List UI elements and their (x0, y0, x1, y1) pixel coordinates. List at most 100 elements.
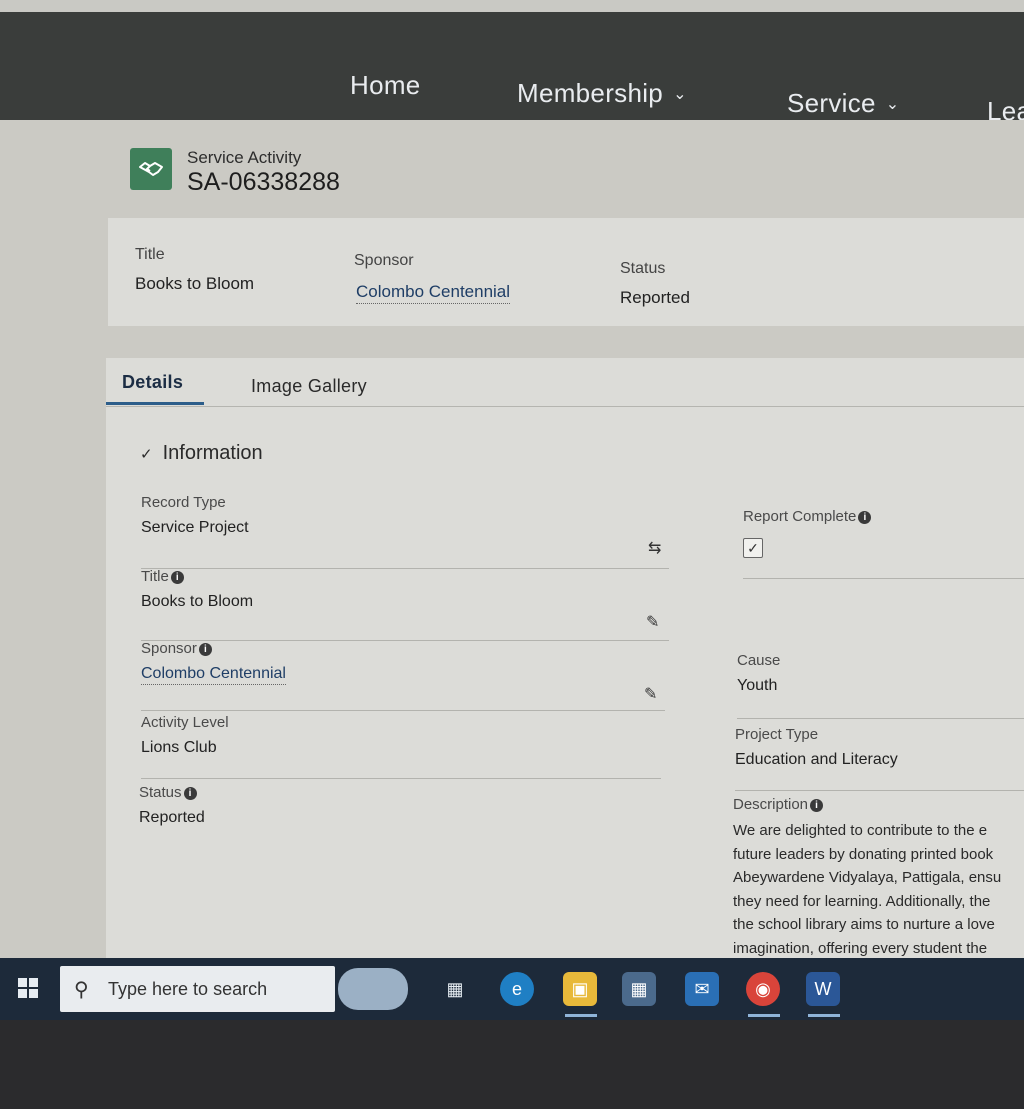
tab-details-label: Details (122, 372, 184, 392)
field-status: Status i Reported (139, 784, 205, 827)
info-icon[interactable]: i (810, 798, 824, 812)
field-record-type: Record Type Service Project (141, 494, 249, 537)
field-project-type: Project Type Education and Literacy (735, 726, 898, 769)
highlight-sponsor-value: Colombo Centennial (356, 282, 511, 304)
task-view-icon[interactable]: ▦ (438, 972, 472, 1006)
info-icon[interactable]: i (170, 570, 184, 584)
edge-browser-icon[interactable]: e (500, 972, 534, 1006)
section-title: Information (162, 442, 263, 464)
chevron-down-icon: ⌄ (885, 96, 900, 113)
windows-taskbar: ⚲ Type here to search ▦ e ▣ ▦ ✉ ◉ W (0, 958, 1024, 1020)
news-weather-icon[interactable] (338, 968, 408, 1010)
field-value: Colombo Centennial (141, 665, 286, 685)
tab-details[interactable]: Details (122, 372, 183, 393)
field-value: Youth (737, 677, 778, 694)
field-cause: Cause Youth (737, 652, 780, 695)
field-label: Cause (737, 652, 781, 669)
chevron-down-icon: ⌄ (673, 86, 687, 103)
info-icon[interactable]: i (198, 642, 212, 656)
field-report-complete: Report Complete i (743, 508, 872, 525)
active-app-indicator (748, 1014, 780, 1017)
field-label-wrap: Title i (141, 568, 253, 585)
record-page: Service Activity SA-06338288 Title Books… (0, 120, 1024, 968)
field-label: Project Type (735, 726, 819, 743)
field-divider (737, 718, 1024, 719)
description-line: future leaders by donating printed book (733, 845, 994, 863)
handshake-icon (130, 148, 172, 190)
chrome-browser-icon[interactable]: ◉ (746, 972, 780, 1006)
nav-membership[interactable]: Membership ⌄ (517, 78, 687, 109)
windows-start-icon[interactable] (18, 978, 38, 998)
field-description: Description i We are delighted to contrib… (733, 796, 1023, 960)
description-text: We are delighted to contribute to the e … (733, 819, 1023, 960)
nav-home[interactable]: Home (350, 70, 421, 101)
active-app-indicator (565, 1014, 597, 1017)
record-object-label: Service Activity (187, 148, 302, 167)
description-line: Abeywardene Vidyalaya, Pattigala, ensu (733, 869, 1002, 886)
pencil-icon[interactable]: ✎ (644, 684, 657, 704)
chevron-down-icon: ✓ (140, 446, 153, 463)
field-label: Title (141, 568, 169, 585)
field-label: Activity Level (141, 714, 229, 731)
info-icon[interactable]: i (858, 510, 872, 524)
field-label-wrap: Report Complete i (743, 508, 872, 525)
field-divider (141, 710, 665, 711)
field-title: Title i Books to Bloom (141, 568, 253, 611)
field-divider (735, 790, 1024, 791)
monitor-bezel-bottom (0, 1020, 1024, 1109)
description-line: the school library aims to nurture a lov… (733, 916, 995, 933)
highlight-status-value: Reported (620, 288, 690, 307)
monitor-screen: Home Membership⌄ Service⌄ Lea Service Ac… (0, 0, 1024, 1020)
field-sponsor: Sponsor i Colombo Centennial (141, 640, 286, 685)
field-label: Report Complete (743, 508, 857, 525)
field-label-wrap: Sponsor i (141, 640, 286, 657)
nav-home-label: Home (350, 70, 421, 100)
description-line: they need for learning. Additionally, th… (733, 892, 991, 910)
magnifier-icon: ⚲ (74, 979, 89, 1001)
active-app-indicator (808, 1014, 840, 1017)
field-value: Reported (139, 809, 205, 826)
section-information-header[interactable]: ✓ Information (140, 442, 263, 465)
field-value: Lions Club (141, 739, 217, 756)
highlights-panel: Title Books to Bloom Sponsor Colombo Cen… (108, 218, 1024, 326)
active-tab-indicator (106, 402, 204, 405)
highlight-title-label: Title (135, 246, 165, 263)
pencil-icon[interactable]: ✎ (646, 612, 659, 632)
field-label: Sponsor (141, 640, 197, 657)
tab-image-gallery-label: Image Gallery (251, 376, 367, 396)
word-app-icon[interactable]: W (806, 972, 840, 1006)
browser-top-edge (0, 0, 1024, 12)
field-divider (743, 578, 1024, 579)
mail-icon[interactable]: ✉ (685, 972, 719, 1006)
nav-service[interactable]: Service ⌄ (787, 88, 900, 119)
tab-image-gallery[interactable]: Image Gallery (251, 376, 367, 397)
field-label-wrap: Status i (139, 784, 205, 801)
field-label: Description (733, 796, 809, 813)
highlight-status-label: Status (620, 260, 666, 277)
details-panel: Details Image Gallery ✓ Information Recor… (106, 358, 1024, 968)
swap-icon[interactable]: ⇆ (648, 538, 661, 558)
record-number: SA-06338288 (187, 168, 340, 196)
field-label: Record Type (141, 494, 226, 511)
field-value: Service Project (141, 519, 249, 536)
highlight-sponsor-link[interactable]: Colombo Centennial (356, 282, 511, 304)
microsoft-store-icon[interactable]: ▦ (622, 972, 656, 1006)
info-icon[interactable]: i (183, 786, 197, 800)
description-line: We are delighted to contribute to the e (733, 822, 988, 839)
highlight-title-value: Books to Bloom (135, 274, 255, 293)
field-label-wrap: Description i (733, 796, 1023, 813)
field-value: Books to Bloom (141, 593, 254, 610)
file-explorer-icon[interactable]: ▣ (563, 972, 597, 1006)
record-header: Service Activity SA-06338288 (130, 148, 630, 208)
highlight-sponsor-label: Sponsor (354, 252, 414, 269)
report-complete-checkbox[interactable]: ✓ (743, 538, 763, 558)
top-navigation-bar: Home Membership⌄ Service⌄ Lea (0, 12, 1024, 126)
field-sponsor-link[interactable]: Colombo Centennial (141, 665, 286, 685)
field-value: Education and Literacy (735, 751, 898, 768)
taskbar-search-placeholder: Type here to search (108, 979, 268, 999)
taskbar-search-box[interactable]: ⚲ Type here to search (60, 966, 335, 1012)
description-line: imagination, offering every student the (733, 939, 988, 957)
nav-membership-label: Membership (517, 78, 664, 108)
nav-service-label: Service (787, 88, 876, 118)
tab-divider (106, 406, 1024, 407)
